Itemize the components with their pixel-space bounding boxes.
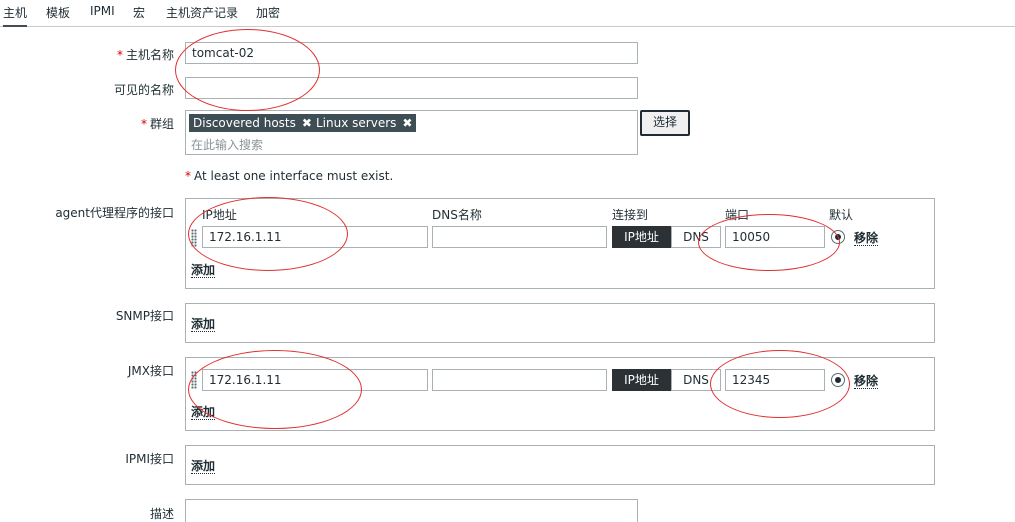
jmx-remove-link[interactable]: 移除 — [854, 374, 879, 389]
visible-name-input[interactable] — [185, 77, 638, 99]
remove-chip-icon[interactable]: ✖ — [302, 116, 312, 130]
snmp-add-link[interactable]: 添加 — [191, 317, 216, 332]
group-chip: Linux servers ✖ — [312, 114, 417, 132]
ipmi-interface-label: IPMI接口 — [125, 452, 174, 466]
agent-interface-panel: IP地址 DNS名称 连接到 端口 默认 172.16.1.11 IP地址 DN… — [185, 198, 935, 289]
groups-multiselect[interactable]: Discovered hosts ✖ Linux servers ✖ 在此输入搜索 — [185, 110, 638, 155]
jmx-dns-input[interactable] — [432, 369, 607, 391]
agent-add-link[interactable]: 添加 — [191, 263, 216, 278]
groups-label: * 群组 — [140, 117, 174, 131]
drag-handle-icon[interactable] — [191, 229, 197, 247]
jmx-connect-ip-toggle[interactable]: IP地址 — [612, 369, 671, 391]
agent-default-radio[interactable] — [831, 230, 845, 244]
jmx-interface-label: JMX接口 — [127, 364, 174, 378]
groups-search-input[interactable]: 在此输入搜索 — [191, 136, 263, 153]
col-default-header: 默认 — [829, 208, 854, 222]
jmx-interface-panel: 172.16.1.11 IP地址 DNS 12345 移除 添加 — [185, 357, 935, 431]
snmp-interface-panel: 添加 — [185, 303, 935, 343]
jmx-ip-input[interactable]: 172.16.1.11 — [202, 369, 428, 391]
tab-inventory[interactable]: 主机资产记录 — [166, 4, 238, 21]
visible-name-label: 可见的名称 — [113, 83, 174, 97]
col-ip-header: IP地址 — [202, 208, 237, 222]
agent-interface-label: agent代理程序的接口 — [55, 206, 174, 220]
drag-handle-icon[interactable] — [191, 371, 197, 389]
agent-remove-link[interactable]: 移除 — [854, 231, 879, 246]
agent-ip-input[interactable]: 172.16.1.11 — [202, 226, 428, 248]
col-connect-header: 连接到 — [612, 208, 649, 222]
col-port-header: 端口 — [725, 208, 750, 222]
tab-host[interactable]: 主机 — [3, 4, 28, 27]
description-textarea[interactable] — [185, 499, 638, 522]
agent-port-input[interactable]: 10050 — [725, 226, 825, 248]
ipmi-add-link[interactable]: 添加 — [191, 459, 216, 474]
host-name-input[interactable]: tomcat-02 — [185, 42, 638, 64]
jmx-default-radio[interactable] — [831, 373, 845, 387]
select-groups-button[interactable]: 选择 — [640, 110, 690, 136]
agent-dns-input[interactable] — [432, 226, 607, 248]
tab-bar: 主机 模板 IPMI 宏 主机资产记录 加密 — [0, 0, 1015, 27]
jmx-add-link[interactable]: 添加 — [191, 405, 216, 420]
snmp-interface-label: SNMP接口 — [115, 309, 174, 323]
tab-macros[interactable]: 宏 — [133, 4, 145, 21]
interface-note: * At least one interface must exist. — [185, 169, 394, 183]
jmx-connect-dns-toggle[interactable]: DNS — [671, 369, 721, 391]
jmx-port-input[interactable]: 12345 — [725, 369, 825, 391]
tab-encryption[interactable]: 加密 — [256, 4, 280, 21]
remove-chip-icon[interactable]: ✖ — [402, 116, 412, 130]
tab-ipmi[interactable]: IPMI — [90, 4, 115, 18]
tab-templates[interactable]: 模板 — [46, 4, 70, 21]
col-dns-header: DNS名称 — [432, 208, 482, 222]
description-label: 描述 — [149, 507, 174, 521]
agent-connect-dns-toggle[interactable]: DNS — [671, 226, 721, 248]
group-chip: Discovered hosts ✖ — [189, 114, 316, 132]
ipmi-interface-panel: 添加 — [185, 445, 935, 485]
host-name-label: * 主机名称 — [116, 48, 174, 62]
agent-connect-ip-toggle[interactable]: IP地址 — [612, 226, 671, 248]
